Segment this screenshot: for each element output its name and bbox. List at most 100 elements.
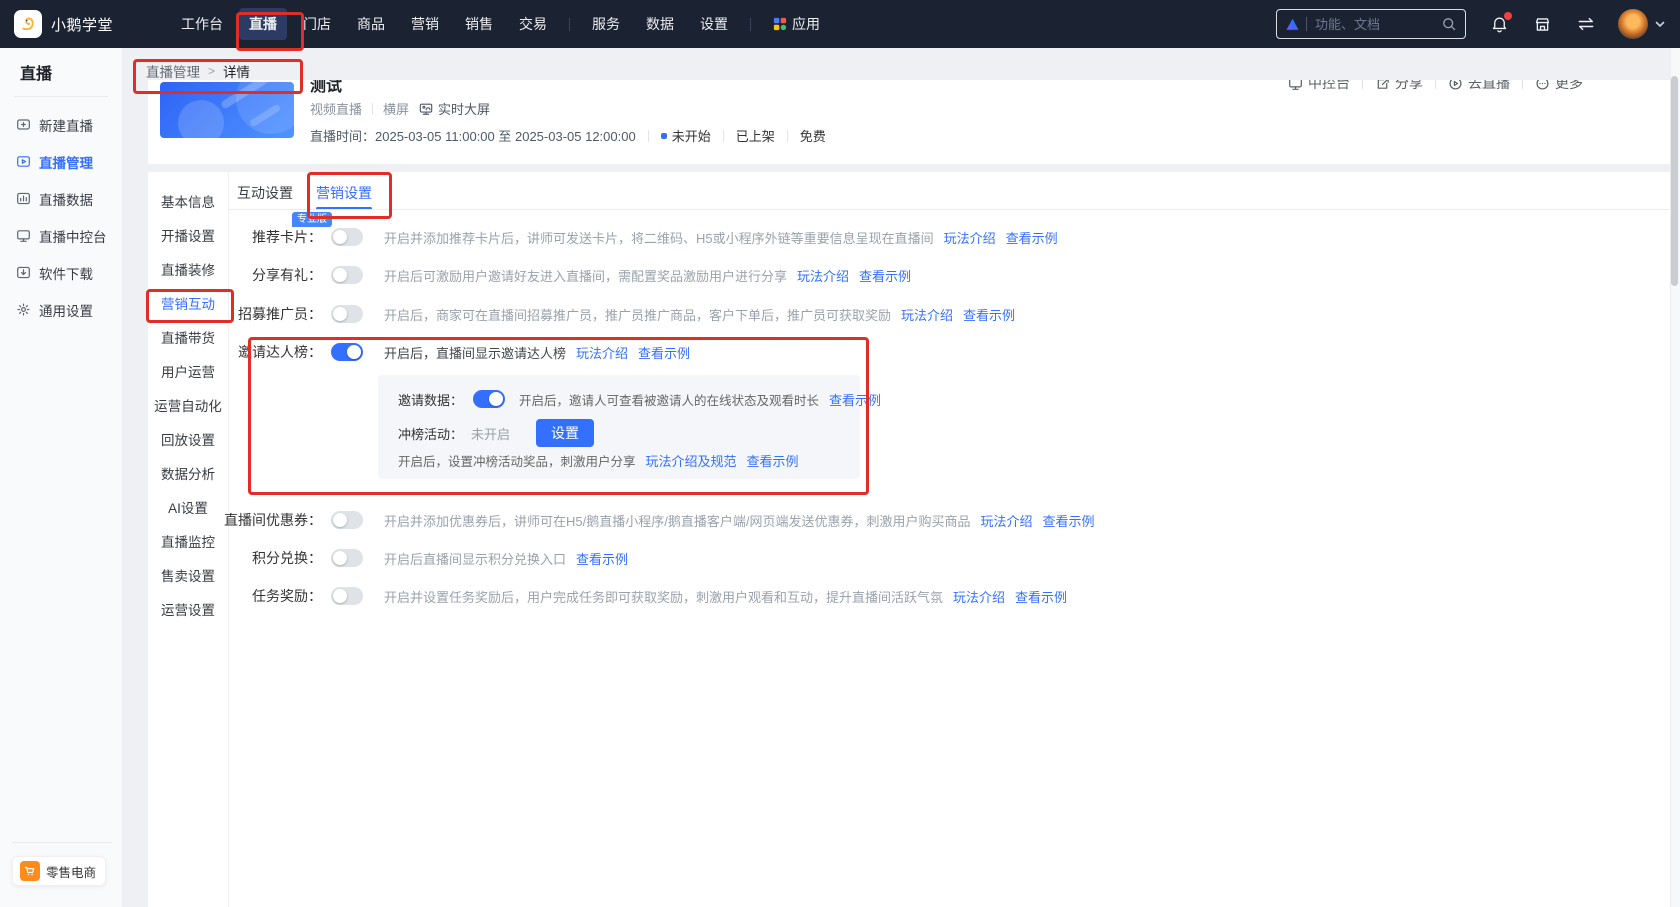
sidebar-item-general-settings[interactable]: 通用设置 xyxy=(0,291,123,328)
nav-item-apps[interactable]: 应用 xyxy=(763,8,830,40)
status-dot xyxy=(661,133,667,139)
how-to-play-link[interactable]: 玩法介绍 xyxy=(980,511,1032,530)
setting-desc: 开启后直播间显示积分兑换入口 xyxy=(384,549,566,568)
how-to-play-link[interactable]: 玩法介绍 xyxy=(576,343,628,362)
brand-name: 小鹅学堂 xyxy=(51,14,113,35)
more-icon xyxy=(1535,80,1550,91)
apps-grid-icon xyxy=(773,17,787,31)
assistant-logo-icon xyxy=(1285,17,1300,32)
header-actions: 中控台 分享 去直播 更多 xyxy=(1288,80,1583,93)
realtime-screen[interactable]: 实时大屏 xyxy=(419,99,490,118)
setting-desc: 开启并添加优惠券后，讲师可在H5/鹅直播小程序/鹅直播客户端/网页端发送优惠券，… xyxy=(384,511,970,530)
sidebar-item-new-live[interactable]: 新建直播 xyxy=(0,106,123,143)
rank-setup-button[interactable]: 设置 xyxy=(536,419,594,447)
chart-icon xyxy=(16,191,31,206)
nav-item-sales[interactable]: 销售 xyxy=(455,8,503,40)
search-icon xyxy=(1441,16,1457,32)
view-example-link[interactable]: 查看示例 xyxy=(1015,587,1067,606)
setting-desc: 开启并添加推荐卡片后，讲师可发送卡片，将二维码、H5或小程序外链等重要信息呈现在… xyxy=(384,228,934,247)
toggle-invite-leaderboard[interactable] xyxy=(331,343,363,361)
scrollbar-thumb[interactable] xyxy=(1671,76,1678,286)
toggle-points-exchange[interactable] xyxy=(331,549,363,567)
submenu-item-data-analysis[interactable]: 数据分析 xyxy=(148,456,228,490)
meta-divider xyxy=(787,130,788,142)
setting-desc: 开启后，直播间显示邀请达人榜 xyxy=(384,343,566,362)
go-live-button[interactable]: 去直播 xyxy=(1448,80,1510,93)
nav-item-store[interactable]: 门店 xyxy=(293,8,341,40)
action-divider xyxy=(1362,80,1363,89)
toggle-task-reward[interactable] xyxy=(331,587,363,605)
view-example-link[interactable]: 查看示例 xyxy=(638,343,690,362)
share-button[interactable]: 分享 xyxy=(1375,80,1423,93)
submenu-item-replay-settings[interactable]: 回放设置 xyxy=(148,422,228,456)
tab-interaction-settings[interactable]: 互动设置 xyxy=(237,183,293,203)
submenu-item-operation-automation[interactable]: 运营自动化 xyxy=(148,388,228,422)
submenu-item-basic-info[interactable]: 基本信息 xyxy=(148,184,228,218)
price-label: 免费 xyxy=(800,126,826,145)
switch-account-icon[interactable] xyxy=(1576,14,1596,34)
how-to-play-link[interactable]: 玩法介绍 xyxy=(953,587,1005,606)
shop-icon[interactable] xyxy=(1533,15,1552,34)
view-example-link[interactable]: 查看示例 xyxy=(747,451,799,470)
nav-item-marketing[interactable]: 营销 xyxy=(401,8,449,40)
tab-marketing-settings[interactable]: 营销设置 xyxy=(316,183,372,203)
sidebar-item-live-data[interactable]: 直播数据 xyxy=(0,180,123,217)
setting-label: 分享有礼： xyxy=(148,265,322,285)
top-navbar: 小鹅学堂 工作台 直播 门店 商品 营销 销售 交易 服务 数据 设置 应用 xyxy=(0,0,1680,48)
setting-label: 招募推广员： xyxy=(148,304,322,324)
view-example-link[interactable]: 查看示例 xyxy=(576,549,628,568)
view-example-link[interactable]: 查看示例 xyxy=(859,266,911,285)
how-to-play-link[interactable]: 玩法介绍 xyxy=(944,228,996,247)
view-example-link[interactable]: 查看示例 xyxy=(1042,511,1094,530)
sidebar-item-live-console[interactable]: 直播中控台 xyxy=(0,217,123,254)
setting-row-recruit-promoter: 招募推广员： 开启后，商家可在直播间招募推广员，推广员推广商品，客户下单后，推广… xyxy=(148,300,1648,328)
search-divider xyxy=(1306,17,1307,31)
meta-divider xyxy=(372,103,373,115)
view-example-link[interactable]: 查看示例 xyxy=(1006,228,1058,247)
breadcrumb-parent[interactable]: 直播管理 xyxy=(146,61,200,81)
how-to-play-link[interactable]: 玩法介绍 xyxy=(797,266,849,285)
user-avatar[interactable] xyxy=(1618,9,1648,39)
store-switcher[interactable]: 零售电商 xyxy=(12,856,106,886)
chevron-down-icon[interactable] xyxy=(1654,18,1666,30)
more-button[interactable]: 更多 xyxy=(1535,80,1583,93)
setting-desc: 开启后可激励用户邀请好友进入直播间，需配置奖品激励用户进行分享 xyxy=(384,266,787,285)
brand[interactable]: 小鹅学堂 xyxy=(14,10,113,38)
new-live-icon xyxy=(16,117,31,132)
nav-item-trade[interactable]: 交易 xyxy=(509,8,557,40)
toggle-recommend-card[interactable] xyxy=(331,228,363,246)
toggle-live-coupon[interactable] xyxy=(331,511,363,529)
rank-activity-row: 冲榜活动： 未开启 设置 xyxy=(398,419,594,447)
console-button[interactable]: 中控台 xyxy=(1288,80,1350,93)
view-example-link[interactable]: 查看示例 xyxy=(829,390,881,409)
sidebar-item-live-manage[interactable]: 直播管理 xyxy=(0,143,123,180)
setting-row-points-exchange: 积分兑换： 开启后直播间显示积分兑换入口 查看示例 xyxy=(148,544,1648,572)
nav-item-data[interactable]: 数据 xyxy=(636,8,684,40)
settings-tabs: 互动设置 营销设置 xyxy=(237,183,372,203)
search-input[interactable] xyxy=(1313,16,1435,33)
notification-badge xyxy=(1504,12,1512,20)
global-search[interactable] xyxy=(1276,9,1466,39)
sidebar-item-label: 直播中控台 xyxy=(39,226,107,246)
download-icon xyxy=(16,265,31,280)
screen-icon xyxy=(419,102,433,116)
nav-item-service[interactable]: 服务 xyxy=(582,8,630,40)
view-example-link[interactable]: 查看示例 xyxy=(963,305,1015,324)
nav-separator xyxy=(569,18,570,31)
how-to-play-link[interactable]: 玩法介绍 xyxy=(901,305,953,324)
toggle-recruit-promoter[interactable] xyxy=(331,305,363,323)
toggle-share-reward[interactable] xyxy=(331,266,363,284)
nav-item-live[interactable]: 直播 xyxy=(239,8,287,40)
nav-item-settings[interactable]: 设置 xyxy=(690,8,738,40)
rules-link[interactable]: 玩法介绍及规范 xyxy=(646,451,737,470)
sidebar-item-software-download[interactable]: 软件下载 xyxy=(0,254,123,291)
nav-item-workbench[interactable]: 工作台 xyxy=(171,8,233,40)
cart-icon xyxy=(20,861,40,881)
live-detail-header: 测试 视频直播 横屏 实时大屏 直播时间：2025-03-05 11:00:00… xyxy=(148,80,1670,164)
nav-item-goods[interactable]: 商品 xyxy=(347,8,395,40)
toggle-invite-data[interactable] xyxy=(473,390,505,408)
notifications-bell-icon[interactable] xyxy=(1490,15,1509,34)
nav-separator xyxy=(750,18,751,31)
setting-label: 邀请达人榜： xyxy=(148,342,322,362)
setting-row-task-reward: 任务奖励： 开启并设置任务奖励后，用户完成任务即可获取奖励，刺激用户观看和互动，… xyxy=(148,582,1648,610)
